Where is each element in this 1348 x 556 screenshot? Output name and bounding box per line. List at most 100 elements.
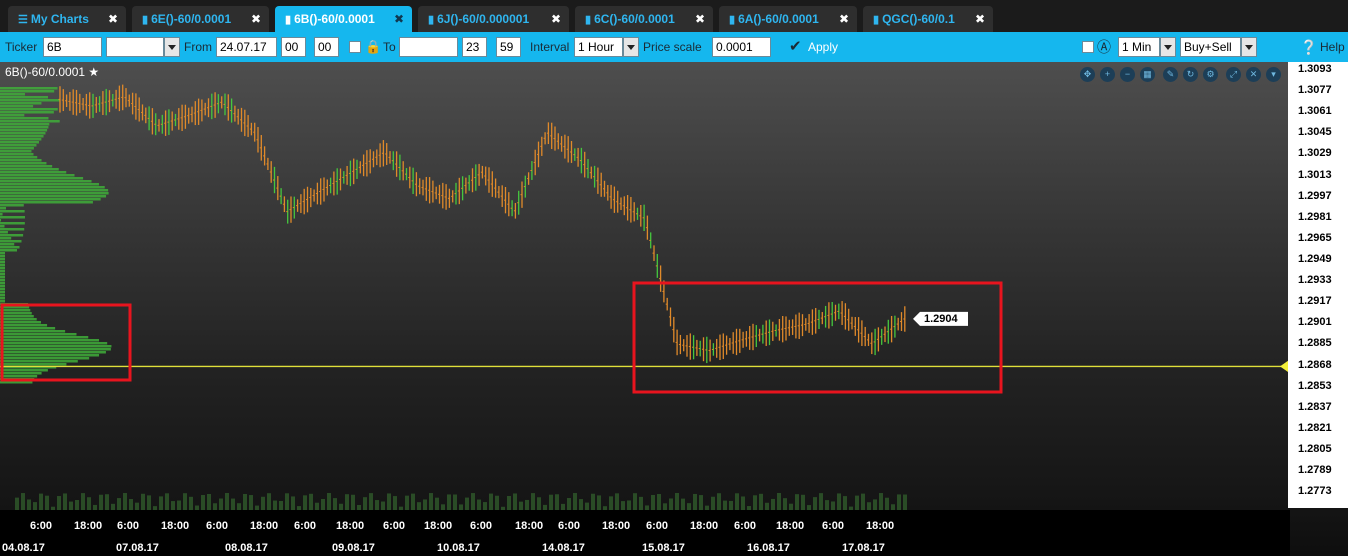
volume-bar [765, 502, 769, 510]
expand-icon[interactable]: ⤢ [1226, 67, 1241, 82]
volume-profile-bar [0, 219, 1, 222]
tab-6b[interactable]: ▮ 6B()-60/0.0001 ✖ [275, 6, 412, 32]
volume-bar [447, 494, 451, 510]
ticker-select[interactable] [106, 37, 164, 57]
volume-bar [477, 499, 481, 510]
volume-bar [627, 500, 631, 510]
volume-bar [267, 493, 271, 510]
chevron-down-icon[interactable] [1160, 37, 1176, 57]
close-icon[interactable]: ✖ [695, 6, 705, 32]
time-tick-label: 6:00 [117, 520, 140, 532]
volume-profile-bar [0, 255, 5, 258]
volume-profile-bar [0, 102, 42, 105]
volume-bar [285, 493, 289, 510]
side-select[interactable]: Buy+Sell [1180, 37, 1241, 57]
volume-bar [735, 493, 739, 510]
apply-icon[interactable]: ✔ [789, 32, 802, 62]
ticker-label: Ticker [5, 40, 38, 54]
close-icon[interactable]: ✖ [975, 6, 985, 32]
volume-bar [15, 497, 19, 510]
volume-profile-bar [0, 372, 42, 375]
volume-bar [729, 500, 733, 510]
from-minute-input[interactable]: 00 [314, 37, 339, 57]
help-icon[interactable]: ❔ [1300, 32, 1317, 62]
move-icon[interactable]: ✥ [1080, 67, 1095, 82]
to-date-input[interactable] [399, 37, 458, 57]
settings-icon[interactable]: ⚙ [1203, 67, 1218, 82]
volume-bar [795, 494, 799, 510]
volume-profile-bar [0, 288, 5, 291]
volume-profile-bar [0, 165, 53, 168]
price-tick-label: 1.2997 [1298, 189, 1332, 202]
close-icon[interactable]: ✖ [108, 6, 118, 32]
time-tick-label: 6:00 [383, 520, 406, 532]
volume-bar [495, 495, 499, 510]
interval-select[interactable]: 1 Hour [574, 37, 623, 57]
volume-profile-bar [0, 216, 25, 219]
apply-button[interactable]: Apply [808, 32, 838, 62]
tab-6c[interactable]: ▮ 6C()-60/0.0001 ✖ [575, 6, 713, 32]
volume-bar [333, 498, 337, 510]
timeframe-select[interactable]: 1 Min [1118, 37, 1160, 57]
auto-icon[interactable]: Ⓐ [1097, 32, 1111, 62]
price-scale-input[interactable]: 0.0001 [712, 37, 771, 57]
volume-bar [489, 493, 493, 510]
refresh-icon[interactable]: ↻ [1183, 67, 1198, 82]
close-icon[interactable]: ✖ [251, 6, 261, 32]
help-link[interactable]: Help [1320, 32, 1345, 62]
to-minute-input[interactable]: 59 [496, 37, 521, 57]
chart-area[interactable]: 6B()-60/0.0001 ★ ✥ + − ▦ ✎ ↻ ⚙ ⤢ ✕ ▾ 1.3… [0, 62, 1348, 556]
zoom-in-icon[interactable]: + [1100, 67, 1115, 82]
tab-my-charts[interactable]: ☰ My Charts ✖ [8, 6, 126, 32]
tab-6j[interactable]: ▮ 6J()-60/0.000001 ✖ [418, 6, 569, 32]
volume-profile-bar [0, 351, 106, 354]
chevron-down-icon[interactable] [1241, 37, 1257, 57]
option-checkbox[interactable] [1082, 41, 1094, 53]
volume-bar [57, 496, 61, 510]
volume-bar [717, 493, 721, 510]
from-hour-input[interactable]: 00 [281, 37, 306, 57]
volume-profile-bar [0, 126, 49, 129]
volume-profile-bar [0, 261, 5, 264]
time-tick-label: 18:00 [602, 520, 631, 532]
volume-bar [363, 497, 367, 510]
volume-profile-bar [0, 267, 5, 270]
close-icon[interactable]: ✖ [551, 6, 561, 32]
time-tick-label: 6:00 [470, 520, 493, 532]
volume-bar [183, 493, 187, 510]
volume-bar [831, 501, 835, 510]
tab-label: 6J()-60/0.000001 [437, 12, 530, 26]
volume-bar [525, 499, 529, 510]
volume-bar [87, 497, 91, 510]
volume-profile-bar [0, 222, 25, 225]
ticker-input[interactable]: 6B [43, 37, 102, 57]
grid-icon[interactable]: ▦ [1140, 67, 1155, 82]
close-icon[interactable]: ✕ [1246, 67, 1261, 82]
from-date-input[interactable]: 24.07.17 [216, 37, 277, 57]
chevron-down-icon[interactable] [164, 37, 180, 57]
close-icon[interactable]: ✖ [394, 6, 404, 32]
volume-profile-bar [0, 114, 25, 117]
tab-6e[interactable]: ▮ 6E()-60/0.0001 ✖ [132, 6, 269, 32]
price-tick-label: 1.3061 [1298, 105, 1332, 118]
dropdown-icon[interactable]: ▾ [1266, 67, 1281, 82]
volume-profile-bar [0, 225, 5, 228]
volume-bar [381, 501, 385, 510]
volume-bar [63, 493, 67, 510]
time-tick-label: 6:00 [734, 520, 757, 532]
bar-chart-icon: ▮ [585, 14, 592, 26]
to-enable-checkbox[interactable] [349, 41, 361, 53]
lock-icon[interactable]: 🔒 [365, 32, 381, 62]
tab-qgc[interactable]: ▮ QGC()-60/0.1 ✖ [863, 6, 993, 32]
tab-6a[interactable]: ▮ 6A()-60/0.0001 ✖ [719, 6, 857, 32]
close-icon[interactable]: ✖ [839, 6, 849, 32]
volume-bar [639, 496, 643, 510]
draw-icon[interactable]: ✎ [1163, 67, 1178, 82]
volume-profile-bar [0, 132, 46, 135]
to-hour-input[interactable]: 23 [462, 37, 487, 57]
chevron-down-icon[interactable] [623, 37, 639, 57]
volume-bar [159, 496, 163, 510]
volume-profile-bar [0, 180, 92, 183]
volume-bar [597, 495, 601, 510]
zoom-out-icon[interactable]: − [1120, 67, 1135, 82]
